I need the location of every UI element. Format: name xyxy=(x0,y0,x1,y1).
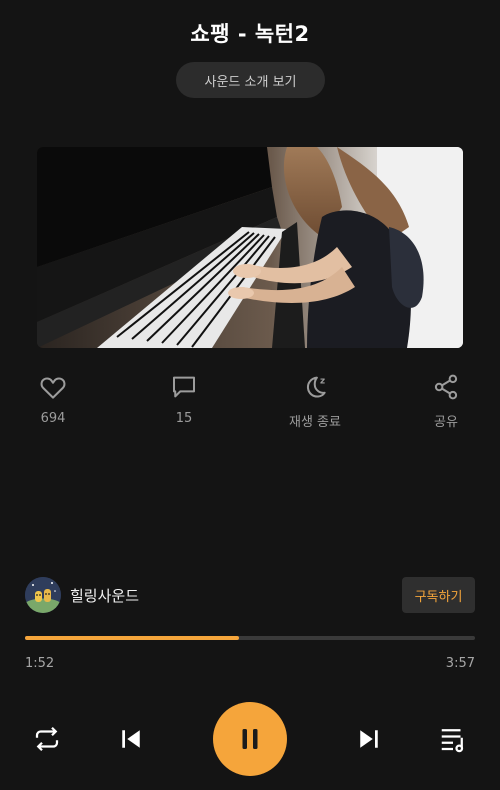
next-button[interactable] xyxy=(352,722,386,756)
channel-name[interactable]: 힐링사운드 xyxy=(70,585,139,606)
sleep-timer-button[interactable]: z 재생 종료 xyxy=(265,372,365,430)
like-button[interactable]: 694 xyxy=(3,372,103,426)
action-bar: 694 15 z 재생 종료 공유 xyxy=(0,372,500,432)
like-count: 694 xyxy=(40,411,66,426)
video-thumbnail[interactable] xyxy=(37,147,463,348)
channel-info[interactable]: 힐링사운드 xyxy=(25,577,139,613)
playlist-icon xyxy=(441,729,464,753)
total-duration: 3:57 xyxy=(445,656,475,671)
avatar xyxy=(25,577,61,613)
playlist-button[interactable] xyxy=(436,722,470,756)
progress-fill xyxy=(25,636,239,640)
sound-intro-button[interactable]: 사운드 소개 보기 xyxy=(176,62,325,98)
share-label: 공유 xyxy=(434,415,458,430)
skip-previous-icon xyxy=(122,730,140,748)
previous-button[interactable] xyxy=(114,722,148,756)
progress-bar[interactable] xyxy=(25,636,475,640)
pause-button[interactable] xyxy=(213,702,287,776)
pause-icon xyxy=(242,729,258,749)
piano-player-image xyxy=(37,147,463,348)
moon-sleep-icon: z xyxy=(306,376,326,398)
sleep-timer-label: 재생 종료 xyxy=(289,415,341,430)
repeat-icon xyxy=(35,726,59,752)
page-title: 쇼팽 - 녹턴2 xyxy=(190,22,310,46)
comment-count: 15 xyxy=(175,411,193,426)
share-button[interactable]: 공유 xyxy=(396,372,496,430)
subscribe-button[interactable]: 구독하기 xyxy=(402,577,475,613)
comment-icon xyxy=(173,376,195,398)
skip-next-icon xyxy=(360,730,378,748)
elapsed-time: 1:52 xyxy=(25,656,55,671)
comment-button[interactable]: 15 xyxy=(134,372,234,426)
share-icon xyxy=(434,374,458,400)
svg-text:z: z xyxy=(320,376,325,386)
repeat-button[interactable] xyxy=(30,722,64,756)
heart-icon xyxy=(40,377,66,399)
